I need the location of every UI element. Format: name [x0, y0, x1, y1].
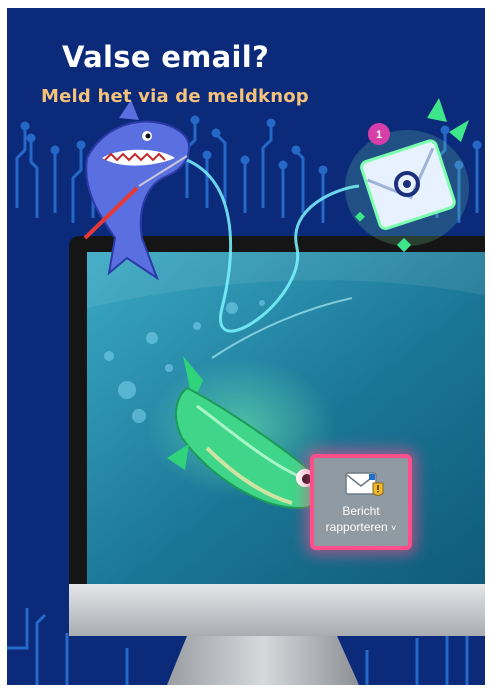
report-button-label-line2: rapporteren ˅ [314, 520, 408, 534]
headline: Valse email? [62, 40, 270, 74]
report-button-label-line1: Bericht [342, 504, 380, 518]
poster: 1 Valse email? Meld het via de meldknop … [7, 8, 485, 685]
chevron-down-icon[interactable]: ˅ [391, 523, 396, 533]
subheadline: Meld het via de meldknop [41, 86, 309, 107]
poster-artwork: 1 [7, 8, 485, 685]
report-button-label-text: rapporteren [325, 520, 388, 534]
notification-badge: 1 [376, 129, 382, 141]
report-message-button[interactable]: Bericht rapporteren ˅ [310, 454, 412, 550]
envelope-warning-icon [345, 472, 384, 496]
